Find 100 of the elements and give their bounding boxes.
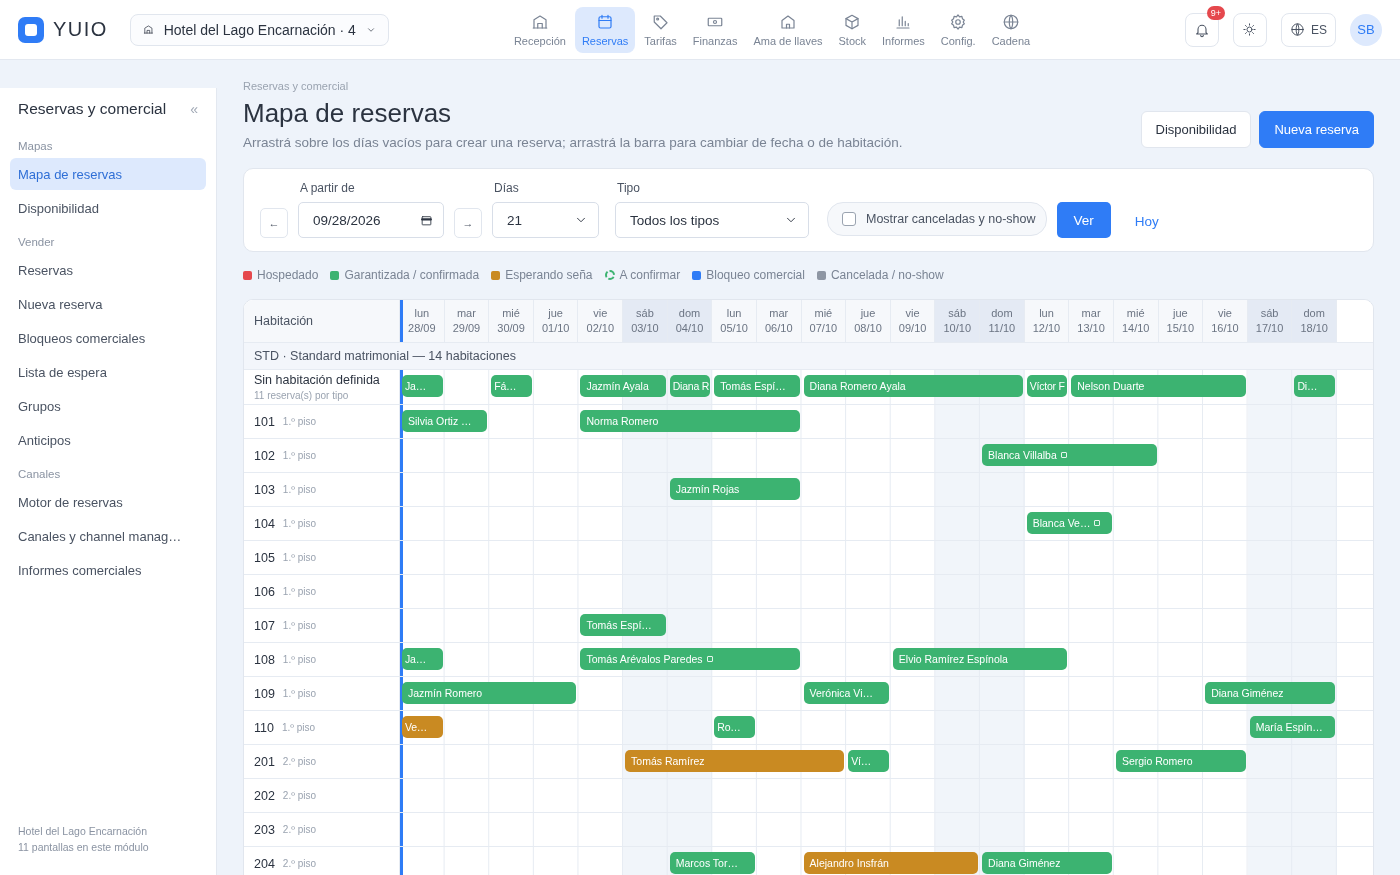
- day-grid[interactable]: Blanca Villalba: [400, 439, 1337, 472]
- sidebar-item[interactable]: Bloqueos comerciales: [10, 322, 206, 354]
- notifications-button[interactable]: [1185, 12, 1219, 47]
- day-grid[interactable]: Ja… Tomás Arévalos Paredes Elvio Ramírez Espínola: [400, 643, 1337, 676]
- day-grid[interactable]: [400, 813, 1337, 846]
- booking-bar[interactable]: Ja…: [402, 648, 443, 670]
- nav-tab[interactable]: Config.: [933, 6, 983, 53]
- new-reservation-button[interactable]: Nueva reserva: [1259, 111, 1374, 148]
- sidebar-footer-text: Hotel del Lago Encarnación: [18, 824, 148, 839]
- nav-tab[interactable]: Finanzas: [685, 6, 745, 53]
- booking-bar[interactable]: Tomás Ramírez: [625, 750, 845, 772]
- sidebar-item[interactable]: Disponibilidad: [10, 192, 206, 224]
- collapse-button[interactable]: «: [190, 101, 198, 117]
- booking-bar[interactable]: Elvio Ramírez Espínola: [892, 648, 1068, 670]
- day-grid[interactable]: Ve… Ro… María Espín…: [400, 711, 1337, 744]
- nav-tab[interactable]: Tarifas: [637, 6, 684, 53]
- sidebar-item[interactable]: Grupos: [10, 390, 206, 422]
- days-select[interactable]: 21: [492, 202, 599, 238]
- day-header: mié 14/10: [1113, 300, 1159, 342]
- booking-bar[interactable]: Diana Giménez: [982, 852, 1112, 874]
- booking-bar[interactable]: Di…: [1294, 375, 1335, 397]
- day-grid[interactable]: [400, 541, 1337, 574]
- booking-bar[interactable]: Ja…: [402, 375, 443, 397]
- sidebar-item[interactable]: Anticipos: [10, 424, 206, 456]
- booking-bar[interactable]: Blanca Ve…: [1026, 512, 1112, 534]
- day-grid[interactable]: Silvia Ortiz … Norma Romero: [400, 405, 1337, 438]
- nav-tab[interactable]: Cadena: [984, 6, 1038, 53]
- booking-bar[interactable]: Sergio Romero: [1115, 750, 1246, 772]
- column-header: Habitación: [244, 300, 400, 342]
- day-grid[interactable]: [400, 575, 1337, 608]
- day-header: dom 18/10: [1292, 300, 1337, 342]
- booking-bar[interactable]: Silvia Ortiz …: [402, 410, 488, 432]
- globe-icon: [1001, 12, 1020, 31]
- sidebar-item[interactable]: Mapa de reservas: [10, 158, 206, 190]
- language-button[interactable]: ES: [1281, 12, 1336, 47]
- nav-tab[interactable]: Ama de llaves: [746, 6, 830, 53]
- booking-bar[interactable]: Fá…: [491, 375, 532, 397]
- room-note: 1.º piso: [282, 586, 316, 597]
- room-name: 108: [254, 652, 275, 667]
- day-header: dom 11/10: [980, 300, 1025, 342]
- booking-bar[interactable]: Jazmín Romero: [402, 682, 577, 704]
- day-grid[interactable]: Marcos Tor… Alejandro Insfrán Diana Giménez: [400, 847, 1337, 875]
- booking-bar[interactable]: Diana Romero Ayala: [803, 375, 1023, 397]
- day-header: vie 09/10: [890, 300, 936, 342]
- booking-bar[interactable]: Ví…: [848, 750, 889, 772]
- date-field[interactable]: 09/28/2026: [298, 202, 444, 238]
- nav-tab[interactable]: Recepción: [506, 6, 573, 53]
- sidebar-item[interactable]: Reservas: [10, 254, 206, 286]
- booking-bar[interactable]: Tomás Espí…: [580, 614, 666, 636]
- theme-button[interactable]: [1233, 12, 1267, 47]
- day-grid[interactable]: Blanca Ve…: [400, 507, 1337, 540]
- booking-bar[interactable]: Tomás Arévalos Paredes: [580, 648, 800, 670]
- day-grid[interactable]: Tomás Ramírez Ví… Sergio Romero: [400, 745, 1337, 778]
- day-grid[interactable]: Tomás Espí…: [400, 609, 1337, 642]
- booking-bar[interactable]: Norma Romero: [580, 410, 800, 432]
- checkbox[interactable]: [842, 212, 856, 226]
- booking-bar[interactable]: Blanca Villalba: [982, 444, 1157, 466]
- page-title: Mapa de reservas: [243, 98, 453, 129]
- sidebar-item[interactable]: Motor de reservas: [10, 486, 206, 518]
- booking-bar[interactable]: Ve…: [402, 716, 443, 738]
- booking-bar[interactable]: Marcos Tor…: [669, 852, 755, 874]
- sidebar-item[interactable]: Nueva reserva: [10, 288, 206, 320]
- booking-bar[interactable]: Verónica Vi…: [803, 682, 889, 704]
- next-button[interactable]: →: [454, 208, 482, 238]
- calendar-icon: [420, 213, 433, 227]
- booking-bar[interactable]: Ro…: [714, 716, 755, 738]
- room-name: 202: [254, 788, 275, 803]
- day-header: mié 30/09: [489, 300, 534, 342]
- sidebar-item[interactable]: Informes comerciales: [10, 554, 206, 586]
- booking-bar[interactable]: Jazmín Ayala: [580, 375, 666, 397]
- booking-bar[interactable]: María Espín…: [1249, 716, 1335, 738]
- booking-bar[interactable]: Diana Giménez: [1205, 682, 1335, 704]
- hotel-select[interactable]: Hotel del Lago Encarnación · 4: [129, 13, 389, 46]
- nav-tab[interactable]: Stock: [831, 6, 873, 53]
- previous-button[interactable]: ←: [260, 208, 288, 238]
- user-avatar[interactable]: SB: [1350, 13, 1382, 46]
- booking-bar[interactable]: Diana R: [669, 375, 711, 397]
- day-header: vie 02/10: [578, 300, 624, 342]
- day-grid[interactable]: [400, 779, 1337, 812]
- day-grid[interactable]: Ja… Fá… Jazmín Ayala Diana R Tomás Espí… Diana Romero Ayala Víctor F Nelson Duarte Di…: [400, 370, 1337, 404]
- booking-bar[interactable]: Víctor F: [1026, 375, 1068, 397]
- day-header: mié 07/10: [801, 300, 847, 342]
- sidebar-item[interactable]: Canales y channel manag…: [10, 520, 206, 552]
- apply-button[interactable]: Ver: [1056, 202, 1111, 238]
- room-note: 1.º piso: [282, 518, 316, 529]
- day-grid[interactable]: Jazmín Rojas: [400, 473, 1337, 506]
- nav-tab[interactable]: Reservas: [574, 6, 636, 53]
- sidebar-item[interactable]: Lista de espera: [10, 356, 206, 388]
- booking-bar[interactable]: Alejandro Insfrán: [803, 852, 979, 874]
- show-cancelled-toggle[interactable]: Mostrar canceladas y no-show: [827, 202, 1047, 236]
- booking-bar[interactable]: Nelson Duarte: [1071, 375, 1246, 397]
- booking-bar[interactable]: Tomás Espí…: [714, 375, 800, 397]
- nav-tab[interactable]: Informes: [875, 6, 932, 53]
- legend-label: A confirmar: [619, 268, 681, 282]
- day-grid[interactable]: Jazmín Romero Verónica Vi… Diana Giménez: [400, 677, 1337, 710]
- booking-bar[interactable]: Jazmín Rojas: [669, 478, 800, 500]
- field-label: Tipo: [616, 181, 641, 195]
- type-select[interactable]: Todos los tipos: [615, 202, 809, 238]
- today-link[interactable]: Hoy: [1134, 214, 1159, 229]
- availability-button[interactable]: Disponibilidad: [1140, 111, 1252, 148]
